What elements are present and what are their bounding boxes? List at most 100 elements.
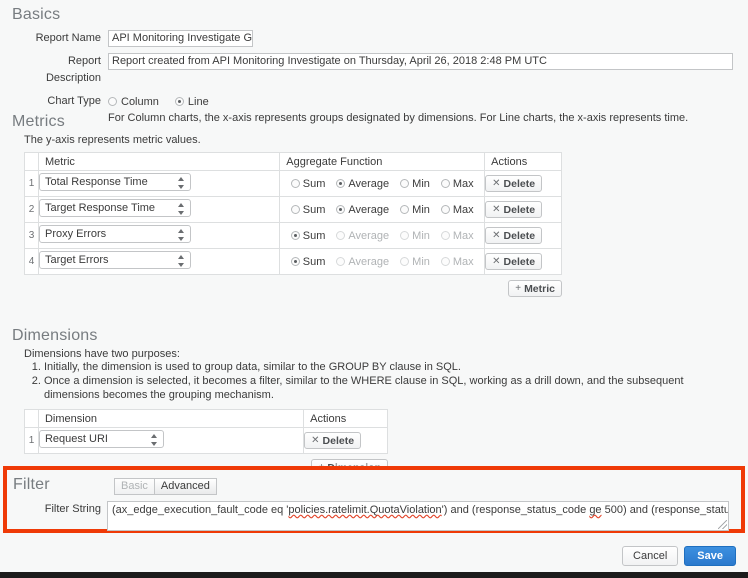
aggregate-radio-max-0[interactable] [441,179,450,188]
stepper-icon [151,434,158,446]
aggregate-label-sum-2[interactable]: Sum [303,230,326,242]
metric-aggregate-cell-2: Sum Average Min Max [280,223,485,249]
cancel-button[interactable]: Cancel [622,546,678,566]
filter-string-mid: ') and (response_status_code [442,504,590,516]
metric-cell-2: Proxy Errors [38,223,279,249]
aggregate-radio-max-1[interactable] [441,205,450,214]
close-icon: ✕ [492,178,500,189]
metric-select-0[interactable]: Total Response Time [39,173,191,191]
close-icon: ✕ [492,204,500,215]
basics-heading: Basics [12,6,736,24]
filter-mode-tabs: Basic Advanced [114,478,217,495]
metric-row-index-3: 4 [25,249,39,275]
metric-aggregate-cell-0: Sum Average Min Max [280,171,485,197]
filter-string-operator-ge: ge [589,504,601,516]
metric-delete-button-3[interactable]: ✕ Delete [485,253,542,270]
metric-cell-3: Target Errors [38,249,279,275]
chart-type-option-line[interactable]: Line [188,96,209,108]
aggregate-label-average-0[interactable]: Average [348,178,389,190]
aggregate-radio-group-2: Sum Average Min Max [280,230,484,242]
aggregate-label-sum-3[interactable]: Sum [303,256,326,268]
metric-actions-cell-1: ✕ Delete [485,197,562,223]
metric-select-value-3: Target Errors [45,254,109,266]
save-button[interactable]: Save [684,546,736,566]
form-footer: Cancel Save [622,546,736,566]
report-description-input[interactable]: Report created from API Monitoring Inves… [108,53,733,70]
aggregate-radio-sum-1[interactable] [291,205,300,214]
metric-row-index-0: 1 [25,171,39,197]
filter-string-textarea[interactable]: (ax_edge_execution_fault_code eq 'polici… [107,501,729,531]
metric-delete-button-1[interactable]: ✕ Delete [485,201,542,218]
chart-type-radio-line[interactable] [175,97,184,106]
aggregate-label-max-0[interactable]: Max [453,178,474,190]
add-metric-row: + Metric [24,280,562,297]
metric-select-2[interactable]: Proxy Errors [39,225,191,243]
dimension-cell-0: Request URI [38,428,303,454]
close-icon: ✕ [492,256,500,267]
aggregate-radio-group-1: Sum Average Min Max [280,204,484,216]
basics-section: Basics Report Name API Monitoring Invest… [12,6,736,124]
aggregate-radio-average-3 [336,257,345,266]
aggregate-radio-min-2 [400,231,409,240]
metric-delete-button-2[interactable]: ✕ Delete [485,227,542,244]
aggregate-label-average-1[interactable]: Average [348,204,389,216]
report-editor-page: Basics Report Name API Monitoring Invest… [0,0,748,578]
add-metric-label: Metric [524,283,555,295]
dimensions-col-index [25,410,39,428]
table-row: 1 Total Response Time Sum Average M [25,171,562,197]
aggregate-radio-sum-3[interactable] [291,257,300,266]
dimensions-intro: Dimensions have two purposes: [24,348,736,360]
report-description-label: Report Description [12,53,108,87]
metric-select-3[interactable]: Target Errors [39,251,191,269]
filter-section-highlight: Filter Basic Advanced Filter String (ax_… [3,466,745,533]
metric-select-1[interactable]: Target Response Time [39,199,191,217]
aggregate-radio-min-1[interactable] [400,205,409,214]
table-row: 2 Target Response Time Sum Average [25,197,562,223]
aggregate-label-max-1[interactable]: Max [453,204,474,216]
metrics-table: Metric Aggregate Function Actions 1 Tota… [24,152,562,275]
stepper-icon [178,203,185,215]
report-description-row: Report Description Report created from A… [12,53,736,87]
aggregate-radio-min-0[interactable] [400,179,409,188]
metric-row-index-2: 3 [25,223,39,249]
chart-type-radio-column[interactable] [108,97,117,106]
metric-select-value-2: Proxy Errors [45,228,106,240]
filter-section: Filter Basic Advanced Filter String (ax_… [7,470,741,529]
aggregate-label-min-0[interactable]: Min [412,178,430,190]
metric-cell-0: Total Response Time [38,171,279,197]
aggregate-radio-average-2 [336,231,345,240]
metric-cell-1: Target Response Time [38,197,279,223]
aggregate-label-min-3: Min [412,256,430,268]
aggregate-radio-sum-2[interactable] [291,231,300,240]
tab-basic[interactable]: Basic [114,478,154,495]
aggregate-label-min-1[interactable]: Min [412,204,430,216]
aggregate-label-max-2: Max [453,230,474,242]
tab-advanced[interactable]: Advanced [154,478,217,495]
report-name-input[interactable]: API Monitoring Investigate General [108,30,253,47]
filter-string-pre: (ax_edge_execution_fault_code eq ' [112,504,288,516]
aggregate-radio-sum-0[interactable] [291,179,300,188]
metric-delete-label-3: Delete [504,256,536,268]
aggregate-radio-max-3 [441,257,450,266]
aggregate-radio-average-0[interactable] [336,179,345,188]
metric-delete-button-0[interactable]: ✕ Delete [485,175,542,192]
dimension-select-value-0: Request URI [45,433,108,445]
chart-type-option-column[interactable]: Column [121,96,159,108]
aggregate-radio-average-1[interactable] [336,205,345,214]
aggregate-label-min-2: Min [412,230,430,242]
resize-handle-icon[interactable] [718,520,727,529]
report-name-row: Report Name API Monitoring Investigate G… [12,30,736,47]
aggregate-label-average-2: Average [348,230,389,242]
metric-delete-label-2: Delete [504,230,536,242]
dimensions-col-actions: Actions [304,410,388,428]
aggregate-label-max-3: Max [453,256,474,268]
aggregate-label-sum-0[interactable]: Sum [303,178,326,190]
metrics-col-actions: Actions [485,153,562,171]
aggregate-label-sum-1[interactable]: Sum [303,204,326,216]
dimensions-purpose-list: Initially, the dimension is used to grou… [26,360,736,402]
dimension-select-0[interactable]: Request URI [39,430,164,448]
dimension-delete-button-0[interactable]: ✕ Delete [304,432,361,449]
add-metric-button[interactable]: + Metric [508,280,562,297]
metrics-subtext: The y-axis represents metric values. [24,134,736,146]
filter-string-misspelled: policies.ratelimit.QuotaViolation [288,504,441,516]
